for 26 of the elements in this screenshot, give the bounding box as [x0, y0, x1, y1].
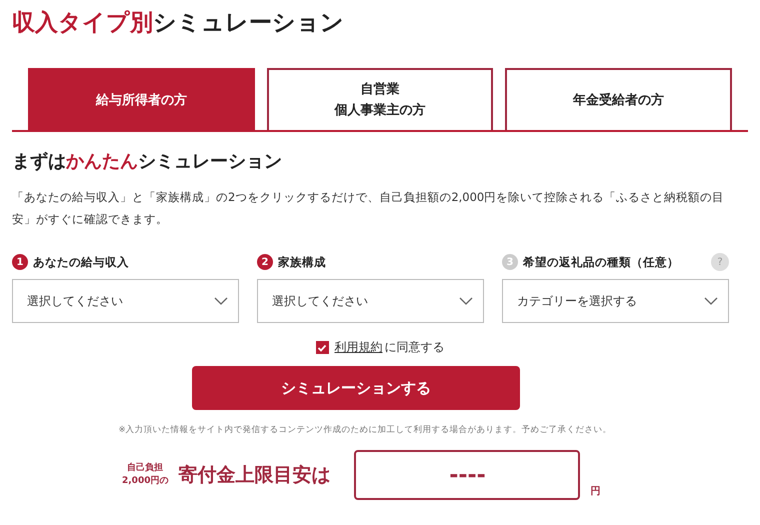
simulate-button[interactable]: シミュレーションする: [192, 366, 520, 410]
terms-link[interactable]: 利用規約: [334, 339, 382, 356]
select-field[interactable]: 選択してください: [257, 279, 484, 323]
chevron-down-icon: [704, 297, 718, 305]
result-value: ----: [354, 450, 580, 500]
self-pay-note: 自己負担 2,000円の: [122, 462, 168, 488]
income-type-tab[interactable]: 年金受給者の方: [505, 68, 732, 130]
income-type-tab[interactable]: 自営業 個人事業主の方: [266, 68, 494, 130]
step-number: 1: [12, 254, 28, 270]
step-number: 2: [257, 254, 273, 270]
result-label: 寄付金上限目安は: [178, 463, 330, 488]
chevron-down-icon: [214, 297, 228, 305]
chevron-down-icon: [459, 297, 473, 305]
page-title: 収入タイプ別シミュレーション: [12, 9, 345, 38]
select-field[interactable]: カテゴリーを選択する: [502, 279, 729, 323]
select-field[interactable]: 選択してください: [12, 279, 239, 323]
field-label: 家族構成: [278, 254, 326, 270]
unit-text: 円: [590, 485, 600, 498]
section-heading: まずはかんたんシミュレーション: [12, 150, 283, 174]
field-label: 希望の返礼品の種類（任意）: [523, 254, 679, 270]
field-label: あなたの給与収入: [33, 254, 129, 270]
checkbox[interactable]: [316, 341, 328, 354]
income-type-tab[interactable]: 給与所得者の方: [28, 68, 255, 130]
agree-text: に同意する: [384, 339, 444, 356]
description-text: 「あなたの給与収入」と「家族構成」の2つをクリックするだけで、自己負担額の2,000円を除いて控除される「ふるさと納税額の目安」がすぐに確認できます。: [12, 189, 726, 228]
disclaimer-text: ※入力頂いた情報をサイト内で発信するコンテンツ作成のために加工して利用する場合があります。予めご了承ください。: [117, 424, 613, 436]
